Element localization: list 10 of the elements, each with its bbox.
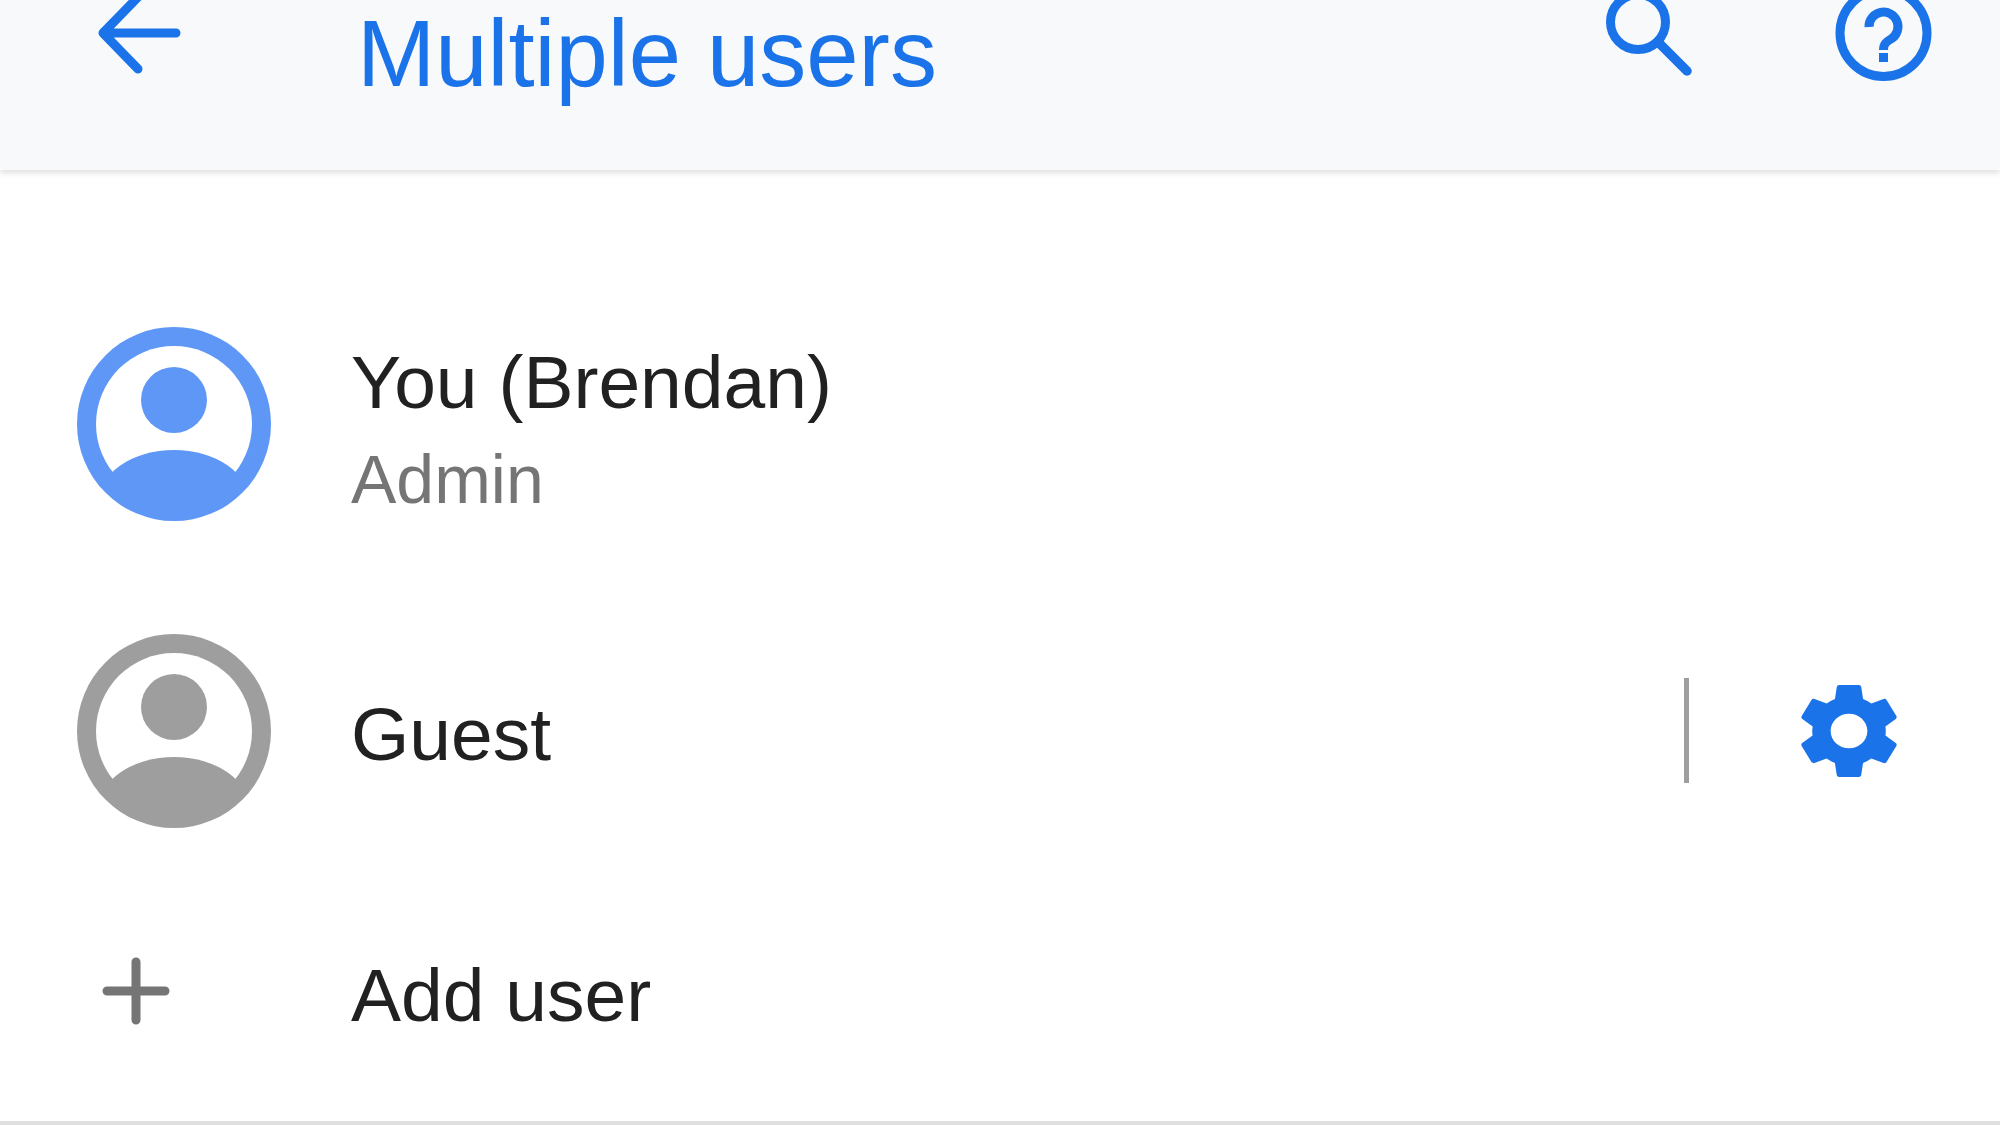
settings-icon[interactable] (1801, 682, 1897, 779)
back-arrow-icon[interactable] (97, 0, 181, 74)
add-user-label[interactable]: Add user (351, 941, 652, 1041)
plus-icon[interactable] (102, 957, 170, 1025)
page-title: Multiple users (357, 0, 937, 108)
user-role: Admin (351, 440, 544, 519)
user-name: Guest (351, 691, 552, 778)
search-icon[interactable] (1606, 0, 1694, 78)
help-icon[interactable] (1835, 0, 1932, 82)
user-name: You (Brendan) (351, 339, 832, 426)
